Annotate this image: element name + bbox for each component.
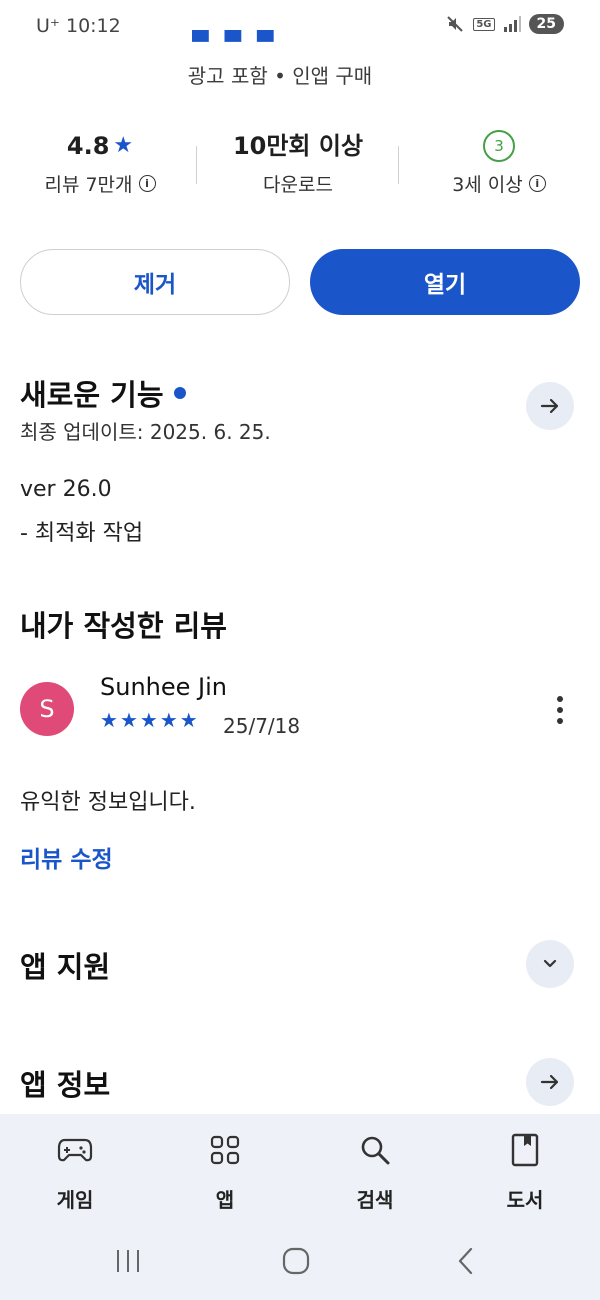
more-options-icon[interactable] bbox=[544, 690, 576, 730]
recent-apps-icon bbox=[117, 1250, 139, 1272]
stats-row: 4.8 ★ 리뷰 7만개 i 10만회 이상 다운로드 3 3세 이상 i bbox=[0, 128, 600, 208]
info-icon[interactable]: i bbox=[138, 175, 156, 192]
app-support-expand-button[interactable] bbox=[526, 940, 574, 988]
whats-new-arrow-button[interactable] bbox=[526, 382, 574, 430]
status-icons: 5G 25 bbox=[445, 14, 564, 34]
nav-item-books[interactable]: 도서 bbox=[450, 1114, 600, 1224]
arrow-right-icon bbox=[540, 398, 559, 414]
star-icon: ★ bbox=[119, 708, 138, 732]
status-bar: U⁺ 10:12 5G 25 bbox=[0, 0, 600, 52]
nav-label-search: 검색 bbox=[356, 1188, 394, 1212]
home-icon bbox=[282, 1247, 310, 1275]
avatar: S bbox=[20, 682, 74, 736]
new-indicator-dot bbox=[173, 387, 186, 399]
nav-label-games: 게임 bbox=[56, 1188, 94, 1212]
info-icon[interactable]: i bbox=[528, 175, 546, 192]
version-text: ver 26.0 bbox=[20, 477, 112, 502]
nav-label-books: 도서 bbox=[506, 1188, 544, 1212]
gamepad-icon bbox=[57, 1132, 93, 1168]
back-chevron-icon bbox=[458, 1247, 473, 1275]
age-rating-badge: 3 bbox=[483, 130, 515, 162]
network-type: 5G bbox=[473, 17, 495, 31]
review-text: 유익한 정보입니다. bbox=[20, 790, 196, 815]
nav-label-apps: 앱 bbox=[215, 1188, 235, 1212]
downloads-value: 10만회 이상 bbox=[232, 132, 364, 160]
update-note: - 최적화 작업 bbox=[20, 521, 144, 546]
nav-item-apps[interactable]: 앱 bbox=[150, 1114, 300, 1224]
recent-apps-button[interactable] bbox=[98, 1238, 158, 1284]
mute-icon bbox=[447, 16, 464, 32]
reviewer-name: Sunhee Jin bbox=[100, 673, 227, 701]
back-button[interactable] bbox=[436, 1238, 496, 1284]
age-label: 3세 이상 bbox=[452, 174, 523, 196]
ad-info: 광고 포함 • 인앱 구매 bbox=[187, 64, 373, 88]
app-title-cropped: ■ ■ ■ ■ ■ bbox=[190, 30, 310, 42]
chevron-down-icon bbox=[543, 959, 557, 968]
last-updated: 최종 업데이트: 2025. 6. 25. bbox=[20, 420, 271, 444]
carrier-time: U⁺ 10:12 bbox=[36, 15, 121, 37]
app-info-title[interactable]: 앱 정보 bbox=[20, 1062, 110, 1104]
apps-grid-icon bbox=[207, 1132, 243, 1168]
downloads-label: 다운로드 bbox=[263, 174, 333, 196]
downloads-stat: 10만회 이상 다운로드 bbox=[200, 128, 396, 197]
review-count: 리뷰 7만개 bbox=[44, 174, 133, 196]
app-info-arrow-button[interactable] bbox=[526, 1058, 574, 1106]
open-button[interactable]: 열기 bbox=[310, 249, 580, 315]
nav-item-search[interactable]: 검색 bbox=[300, 1114, 450, 1224]
remove-button[interactable]: 제거 bbox=[20, 249, 290, 315]
review-date: 25/7/18 bbox=[223, 714, 301, 738]
bottom-nav: 게임 앱 검색 도서 bbox=[0, 1114, 600, 1224]
whats-new-title: 새로운 기능 bbox=[20, 378, 164, 412]
review-stars: ★ ★ ★ ★ ★ bbox=[100, 708, 198, 732]
star-icon: ★ bbox=[100, 708, 118, 732]
play-store-app-page: U⁺ 10:12 5G 25 ■ ■ ■ ■ ■ 광고 포함 • 인앱 구매 4… bbox=[0, 0, 600, 1300]
star-icon: ★ bbox=[139, 708, 158, 732]
edit-review-link[interactable]: 리뷰 수정 bbox=[20, 840, 113, 874]
signal-icon bbox=[503, 16, 521, 32]
rating-value: 4.8 bbox=[66, 132, 110, 160]
arrow-right-icon bbox=[540, 1074, 559, 1090]
my-review-title: 내가 작성한 리뷰 bbox=[20, 609, 227, 643]
divider bbox=[196, 146, 197, 184]
whats-new-header[interactable]: 새로운 기능 bbox=[20, 372, 186, 414]
system-nav-bar bbox=[0, 1224, 600, 1300]
star-icon: ★ bbox=[159, 708, 178, 732]
divider bbox=[398, 146, 399, 184]
star-icon: ★ bbox=[113, 133, 134, 158]
nav-item-games[interactable]: 게임 bbox=[0, 1114, 150, 1224]
home-button[interactable] bbox=[266, 1238, 326, 1284]
battery-level: 25 bbox=[528, 14, 564, 34]
rating-stat[interactable]: 4.8 ★ 리뷰 7만개 i bbox=[10, 128, 190, 197]
star-icon: ★ bbox=[179, 708, 198, 732]
app-support-title[interactable]: 앱 지원 bbox=[20, 944, 110, 986]
search-icon bbox=[357, 1132, 393, 1168]
book-icon bbox=[507, 1132, 543, 1168]
age-stat[interactable]: 3 3세 이상 i bbox=[404, 128, 594, 197]
